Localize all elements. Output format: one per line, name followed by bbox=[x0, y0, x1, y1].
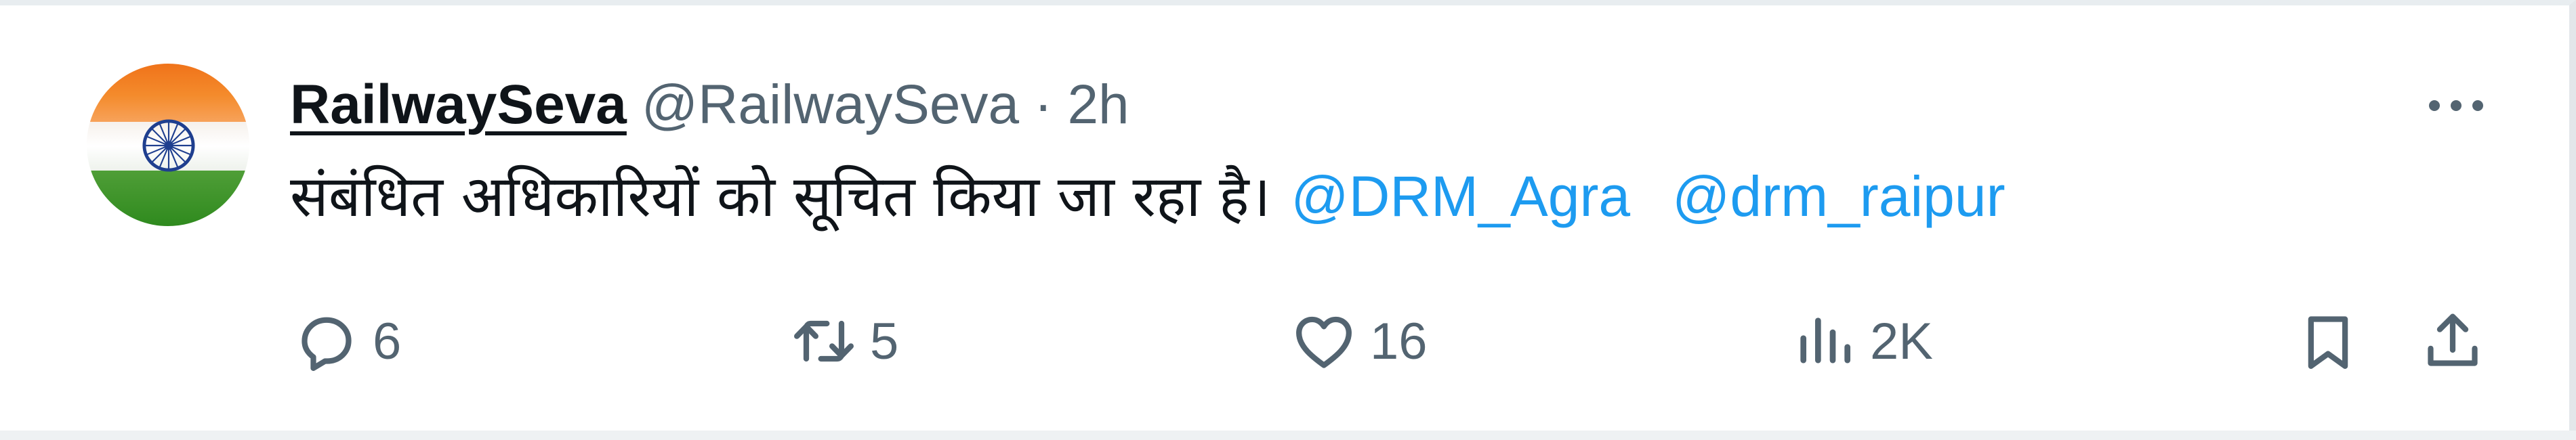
mention-drm-agra[interactable]: @DRM_Agra bbox=[1291, 164, 1630, 228]
mention-drm-raipur[interactable]: @drm_raipur bbox=[1672, 164, 2005, 228]
bookmark-button[interactable] bbox=[2293, 301, 2363, 382]
retweet-icon bbox=[794, 320, 854, 362]
timestamp[interactable]: 2h bbox=[1067, 73, 1129, 137]
tweet-header: RailwaySeva @RailwaySeva · 2h bbox=[290, 68, 1129, 142]
heart-icon bbox=[1296, 316, 1352, 368]
divider bbox=[0, 431, 2576, 440]
separator-dot: · bbox=[1034, 74, 1053, 135]
more-options-button[interactable] bbox=[2419, 88, 2493, 123]
views-chart-icon bbox=[1800, 317, 1850, 364]
tweet-text: संबंधित अधिकारियों को सूचित किया जा रहा … bbox=[290, 156, 2006, 237]
tweet-body: संबंधित अधिकारियों को सूचित किया जा रहा … bbox=[290, 163, 1271, 229]
ashoka-chakra-icon bbox=[142, 119, 195, 172]
reply-icon bbox=[302, 317, 352, 371]
retweet-count: 5 bbox=[870, 312, 899, 370]
reply-button[interactable]: 6 bbox=[291, 301, 401, 382]
tweet-card[interactable]: RailwaySeva @RailwaySeva · 2h संबंधित अध… bbox=[0, 0, 2576, 440]
views-count: 2K bbox=[1870, 312, 1933, 370]
bookmark-icon bbox=[2308, 316, 2348, 369]
share-icon bbox=[2428, 313, 2478, 366]
retweet-button[interactable]: 5 bbox=[789, 301, 898, 382]
share-button[interactable] bbox=[2417, 301, 2488, 382]
more-horizontal-icon bbox=[2429, 100, 2483, 111]
avatar[interactable] bbox=[87, 64, 249, 226]
like-button[interactable]: 16 bbox=[1289, 301, 1428, 382]
reply-count: 6 bbox=[373, 312, 402, 370]
display-name[interactable]: RailwaySeva bbox=[290, 73, 627, 137]
like-count: 16 bbox=[1370, 312, 1428, 370]
user-handle[interactable]: @RailwaySeva bbox=[642, 73, 1019, 137]
views-button[interactable]: 2K bbox=[1789, 301, 1933, 382]
flag-saffron-band bbox=[87, 64, 249, 123]
flag-green-band bbox=[87, 171, 249, 226]
